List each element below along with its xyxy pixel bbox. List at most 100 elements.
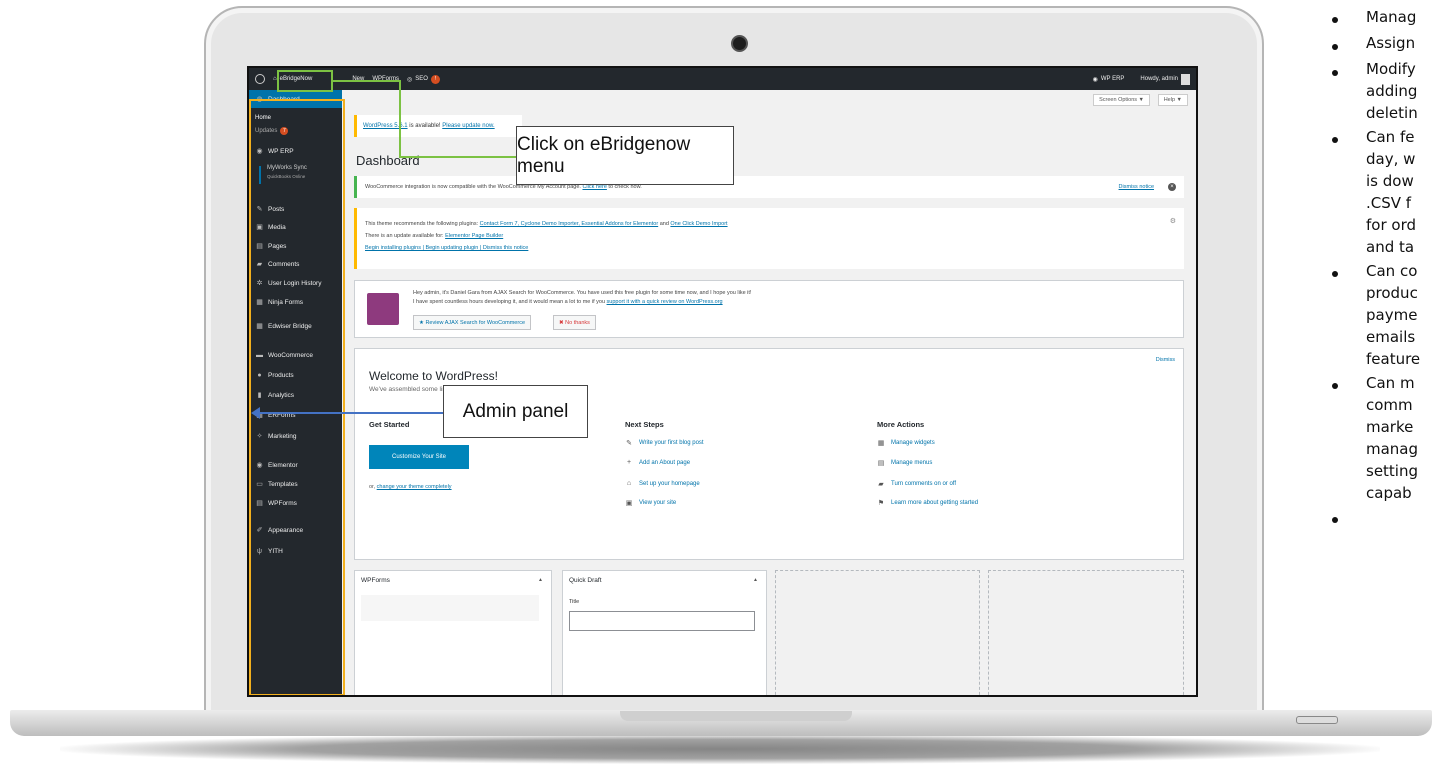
arrow-head-icon [251, 407, 260, 419]
howdy-menu[interactable]: Howdy, admin [1140, 73, 1190, 85]
laptop-slot [1296, 716, 1338, 724]
wpforms-widget: WPForms ▲ [354, 570, 552, 695]
callout-line [399, 156, 517, 158]
seo-icon: ◎ [407, 76, 413, 83]
comment-icon: ▰ [878, 481, 884, 488]
woo-notice: WooCommerce integration is now compatibl… [354, 176, 1184, 198]
learn-more-link[interactable]: ⚑ Learn more about getting started [877, 499, 978, 507]
ajax-search-notice: Hey admin, it's Daniel Gara from AJAX Se… [354, 280, 1184, 338]
close-icon[interactable]: × [1168, 183, 1176, 191]
no-thanks-button[interactable]: ✖ No thanks [553, 315, 596, 330]
bullet-dot [1332, 44, 1338, 50]
bullet-line: deletin [1366, 104, 1418, 122]
title-label: Title [569, 599, 580, 605]
plus-icon: + [626, 459, 632, 466]
camera-icon [731, 35, 748, 52]
bullet-line: capab [1366, 484, 1412, 502]
bullet-line: for ord [1366, 216, 1416, 234]
bullet-line: setting [1366, 462, 1419, 480]
elementor-page-builder-link[interactable]: Elementor Page Builder [445, 233, 503, 239]
bullet-dot [1332, 383, 1338, 389]
plugin-links[interactable]: Contact Form 7, Cyclone Demo Importer, E… [480, 221, 659, 227]
theme-update-line: There is an update available for: Elemen… [365, 233, 504, 239]
setup-homepage-link[interactable]: ⌂ Set up your homepage [625, 480, 700, 487]
home-icon: ⌂ [626, 480, 632, 487]
bullet-line: .CSV f [1366, 194, 1412, 212]
welcome-panel: Welcome to WordPress! We've assembled so… [354, 348, 1184, 560]
next-steps-heading: Next Steps [625, 420, 664, 429]
callout-line [333, 80, 401, 82]
settings-icon[interactable]: ⚙ [1170, 216, 1176, 228]
flag-icon: ⚑ [877, 500, 885, 507]
welcome-dismiss-link[interactable]: Dismiss [1156, 357, 1175, 363]
ebridgenow-menu-highlight [277, 70, 333, 92]
change-theme-line: or, change your theme completely [369, 484, 452, 490]
comments-toggle-link[interactable]: ▰ Turn comments on or off [877, 480, 956, 488]
bullet-line: payme [1366, 306, 1418, 324]
bullet-line: Can co [1366, 262, 1418, 280]
admin-panel-highlight [249, 99, 345, 695]
ajax-search-logo [367, 293, 399, 325]
edit-icon: ✎ [626, 440, 632, 447]
bullet-line: comm [1366, 396, 1413, 414]
seo-badge: ! [430, 74, 440, 84]
add-about-link[interactable]: + Add an About page [625, 459, 690, 466]
laptop-notch [620, 711, 852, 721]
empty-widget-area [988, 570, 1184, 695]
bullet-line: Assign [1366, 34, 1416, 52]
theme-actions-line: Begin installing plugins | Begin updatin… [365, 242, 1176, 254]
collapse-icon[interactable]: ▲ [753, 577, 758, 583]
get-started-heading: Get Started [369, 420, 410, 429]
manage-widgets-link[interactable]: ▦ Manage widgets [877, 439, 935, 447]
view-site-link[interactable]: ▣ View your site [625, 499, 677, 507]
bullet-dot [1332, 517, 1338, 523]
one-click-demo-link[interactable]: One Click Demo Import [670, 221, 727, 227]
dismiss-notice-link[interactable]: Dismiss notice [1119, 184, 1154, 190]
bullet-line: Modify [1366, 60, 1416, 78]
begin-installing-link[interactable]: Begin installing plugins | Begin updatin… [365, 245, 528, 251]
more-actions-heading: More Actions [877, 420, 925, 429]
support-review-link[interactable]: support it with a quick review on WordPr… [607, 299, 723, 305]
widgets-icon: ▦ [877, 440, 885, 447]
bullet-line: Manag [1366, 8, 1417, 26]
write-post-link[interactable]: ✎ Write your first blog post [625, 439, 704, 447]
view-icon: ▣ [625, 500, 633, 507]
wp-erp-menu[interactable]: ◉ WP ERP [1093, 76, 1125, 83]
theme-plugins-line: This theme recommends the following plug… [365, 221, 728, 227]
review-ajax-button[interactable]: ★ Review AJAX Search for WooCommerce [413, 315, 532, 330]
admin-bar: ⌂ eBridgeNow New WPForms ◎ SEO! ◉ WP ERP Ho… [249, 68, 1196, 90]
empty-widget-area [775, 570, 980, 695]
click-menu-callout: Click on eBridgenow menu [516, 126, 734, 185]
ajax-notice-text: Hey admin, it's Daniel Gara from AJAX Se… [413, 290, 752, 305]
screen-options-button[interactable]: Screen Options ▼ [1093, 94, 1150, 106]
bullet-dot [1332, 271, 1338, 277]
bullet-dot [1332, 137, 1338, 143]
update-now-link[interactable]: Please update now. [442, 123, 494, 129]
bullet-line: manag [1366, 440, 1419, 458]
bullet-line: Can fe [1366, 128, 1415, 146]
bullet-dot [1332, 17, 1338, 23]
wpforms-widget-body [361, 595, 539, 621]
wpforms-widget-title: WPForms [361, 577, 390, 584]
title-input[interactable] [569, 611, 755, 631]
collapse-icon[interactable]: ▲ [538, 577, 543, 583]
manage-menus-link[interactable]: ▤ Manage menus [877, 459, 933, 467]
help-button[interactable]: Help ▼ [1157, 94, 1188, 106]
welcome-title: Welcome to WordPress! [369, 369, 498, 383]
bullet-line: and ta [1366, 238, 1415, 256]
seo-menu[interactable]: ◎ SEO! [407, 74, 440, 84]
bullet-line: marke [1366, 418, 1414, 436]
avatar [1181, 73, 1190, 85]
callout-line [399, 80, 401, 158]
admin-panel-arrow [258, 412, 444, 414]
change-theme-link[interactable]: change your theme completely [377, 484, 452, 490]
laptop-shadow [60, 734, 1380, 764]
customize-site-button[interactable]: Customize Your Site [369, 445, 469, 469]
bullet-line: produc [1366, 284, 1418, 302]
bullet-line: Can m [1366, 374, 1415, 392]
bullet-line: emails [1366, 328, 1416, 346]
menus-icon: ▤ [877, 460, 885, 467]
erp-icon: ◉ [1092, 76, 1098, 83]
wordpress-logo-icon[interactable] [255, 74, 265, 84]
admin-panel-callout: Admin panel [443, 385, 588, 438]
